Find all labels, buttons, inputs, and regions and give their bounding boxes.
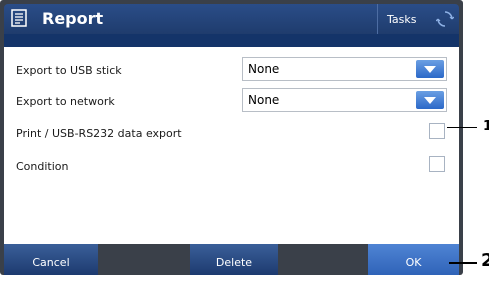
network-export-label: Export to network [16, 95, 115, 108]
chevron-down-icon [424, 66, 436, 73]
report-window: Report Tasks Export to USB stick None Ex… [0, 0, 463, 275]
delete-button[interactable]: Delete [190, 244, 278, 275]
ok-button[interactable]: OK [368, 244, 459, 275]
print-export-checkbox[interactable] [429, 123, 445, 139]
condition-label: Condition [16, 160, 69, 173]
usb-export-dropdown[interactable]: None [242, 57, 447, 81]
condition-checkbox[interactable] [429, 156, 445, 172]
footer-bar: Cancel Delete OK [4, 244, 459, 275]
callout-line-1 [447, 127, 477, 128]
tasks-label: Tasks [387, 13, 417, 26]
cancel-button[interactable]: Cancel [4, 244, 98, 275]
usb-export-label: Export to USB stick [16, 64, 122, 77]
network-export-dropdown[interactable]: None [242, 88, 447, 112]
settings-panel: Export to USB stick None Export to netwo… [4, 47, 459, 244]
page-title: Report [42, 9, 104, 28]
sync-icon [436, 11, 454, 27]
callout-number-1: 1 [483, 119, 489, 134]
usb-export-dropdown-arrow[interactable] [416, 60, 444, 78]
callout-line-2 [449, 262, 477, 264]
network-export-dropdown-arrow[interactable] [416, 91, 444, 109]
print-export-label: Print / USB-RS232 data export [16, 127, 182, 140]
title-bar: Report Tasks [4, 4, 459, 34]
network-export-value: None [248, 93, 280, 107]
report-icon [11, 9, 27, 27]
callout-number-2: 2 [481, 250, 489, 271]
usb-export-value: None [248, 62, 280, 76]
chevron-down-icon [424, 97, 436, 104]
tasks-button[interactable]: Tasks [377, 4, 460, 34]
sub-header-bar [4, 34, 459, 47]
